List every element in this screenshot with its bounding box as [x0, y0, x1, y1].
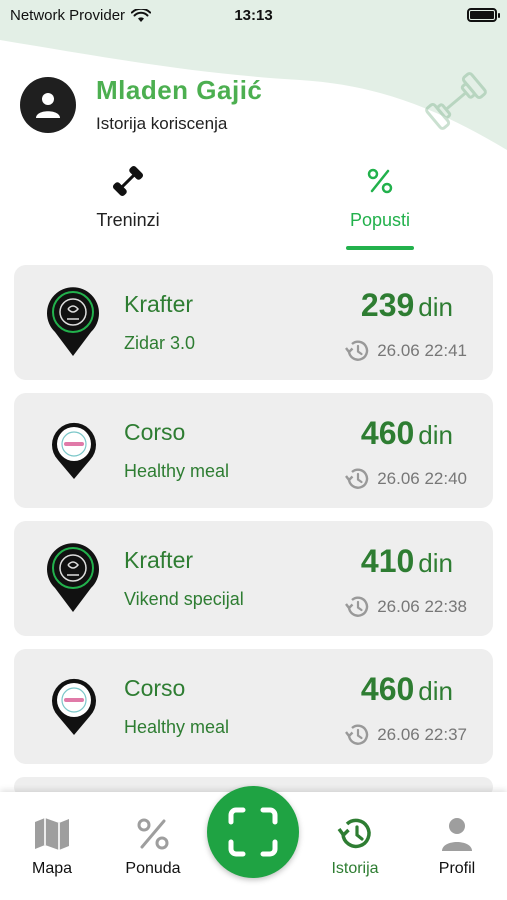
nav-ponuda[interactable]: Ponuda	[108, 792, 198, 900]
nav-profil[interactable]: Profil	[412, 792, 502, 900]
price: 460 din	[361, 415, 453, 452]
deal-name: Healthy meal	[124, 717, 230, 737]
history-card[interactable]: Corso Healthy meal 460 din 26.06 22:37	[14, 649, 493, 764]
map-icon	[35, 818, 69, 850]
percent-icon	[137, 818, 169, 850]
person-icon	[442, 818, 472, 851]
timestamp-text: 26.06 22:41	[377, 341, 467, 360]
price-currency: din	[418, 292, 453, 322]
price-currency: din	[418, 676, 453, 706]
battery-icon	[467, 8, 500, 22]
price-currency: din	[418, 420, 453, 450]
history-icon	[337, 818, 371, 849]
price-amount: 460	[360, 415, 415, 451]
price-amount: 239	[360, 287, 415, 323]
history-list: Krafter Zidar 3.0 239 din 26.06 22:41 Cor…	[14, 265, 494, 797]
deal-name: Vikend specijal	[124, 589, 244, 609]
price-currency: din	[418, 548, 453, 578]
price: 460 din	[361, 671, 453, 708]
nav-mapa[interactable]: Mapa	[7, 792, 97, 900]
tab-treninzi[interactable]: Treninzi	[48, 160, 208, 252]
scan-button[interactable]	[207, 786, 299, 878]
history-card[interactable]: Krafter Zidar 3.0 239 din 26.06 22:41	[14, 265, 493, 380]
timestamp-text: 26.06 22:40	[377, 469, 467, 488]
corso-logo-pin-icon	[52, 678, 96, 735]
history-card[interactable]: Corso Healthy meal 460 din 26.06 22:40	[14, 393, 493, 508]
page-subtitle: Istorija koriscenja	[96, 114, 228, 133]
dumbbell-decoration-icon	[425, 72, 487, 130]
price: 239 din	[361, 287, 453, 324]
history-icon	[345, 596, 369, 617]
active-tab-indicator	[346, 246, 414, 250]
nav-label: Profil	[438, 860, 476, 877]
history-tabs: Treninzi Popusti	[0, 160, 507, 252]
nav-istorija[interactable]: Istorija	[310, 792, 400, 900]
price-amount: 410	[360, 543, 415, 579]
timestamp: 26.06 22:37	[344, 723, 467, 747]
venue-name: Corso	[124, 675, 186, 701]
timestamp-text: 26.06 22:38	[377, 597, 467, 616]
price: 410 din	[361, 543, 453, 580]
venue-name: Corso	[124, 419, 186, 445]
dumbbell-icon	[112, 165, 144, 197]
timestamp-text: 26.06 22:37	[377, 725, 467, 744]
avatar[interactable]	[20, 77, 76, 133]
scan-icon	[228, 807, 278, 857]
deal-name: Healthy meal	[124, 461, 230, 481]
history-card[interactable]: Krafter Vikend specijal 410 din 26.06 22:…	[14, 521, 493, 636]
timestamp: 26.06 22:40	[344, 467, 467, 491]
tab-label: Treninzi	[96, 210, 160, 230]
person-icon	[36, 93, 60, 118]
status-bar: Network Provider 13:13	[0, 0, 507, 34]
nav-label: Mapa	[31, 860, 73, 877]
user-name: Mladen Gajić	[96, 75, 263, 105]
tab-popusti[interactable]: Popusti	[300, 160, 460, 252]
timestamp: 26.06 22:41	[344, 339, 467, 363]
tab-label: Popusti	[349, 210, 411, 230]
percent-icon	[367, 168, 393, 194]
nav-label: Ponuda	[125, 860, 181, 877]
krafter-logo-pin-icon	[47, 287, 99, 356]
krafter-logo-pin-icon	[47, 543, 99, 612]
price-amount: 460	[360, 671, 415, 707]
history-icon	[345, 468, 369, 489]
history-icon	[345, 340, 369, 361]
deal-name: Zidar 3.0	[124, 333, 196, 353]
nav-label: Istorija	[331, 860, 379, 877]
history-icon	[345, 724, 369, 745]
timestamp: 26.06 22:38	[344, 595, 467, 619]
corso-logo-pin-icon	[52, 422, 96, 479]
venue-name: Krafter	[124, 291, 194, 317]
clock: 13:13	[234, 7, 273, 24]
venue-name: Krafter	[124, 547, 194, 573]
